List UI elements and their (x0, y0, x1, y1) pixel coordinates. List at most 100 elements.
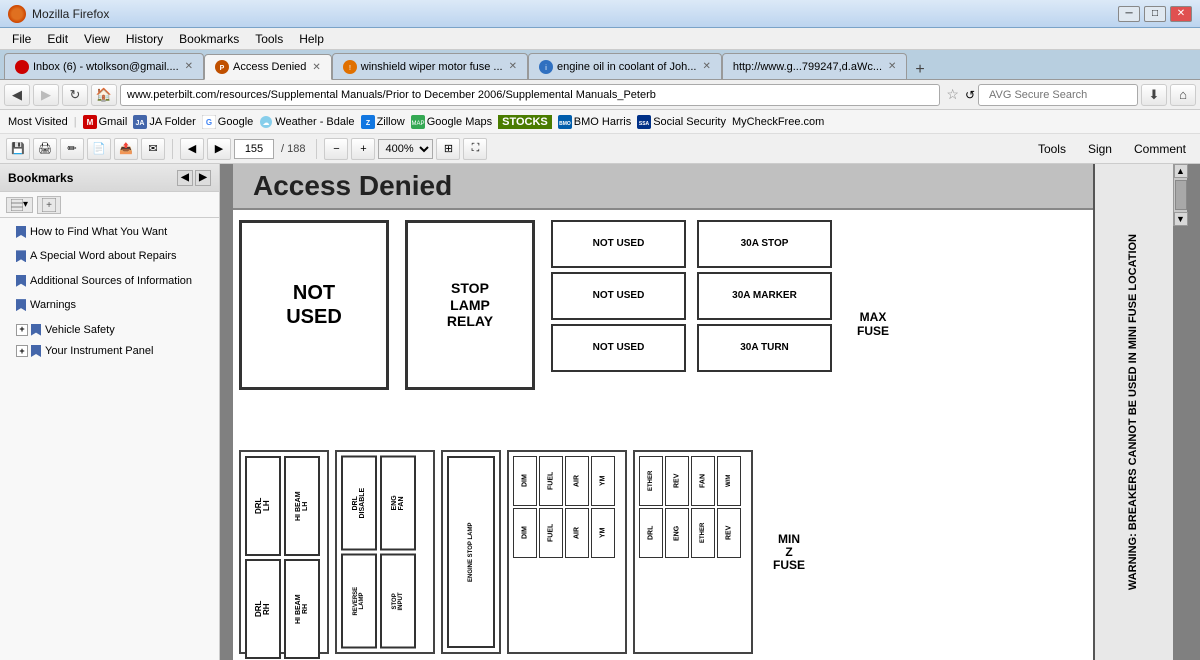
scroll-up-arrow[interactable]: ▲ (1174, 164, 1188, 178)
bm-google[interactable]: G Google (202, 115, 253, 129)
menu-file[interactable]: File (4, 30, 39, 48)
new-tab-button[interactable]: + (907, 61, 932, 79)
close-tab-oil[interactable]: ✕ (702, 61, 710, 72)
stop-lamp-relay-box: STOPLAMPRELAY (405, 220, 535, 390)
close-button[interactable]: ✕ (1170, 6, 1192, 22)
weather-icon: ☁ (259, 115, 273, 129)
minimize-button[interactable]: ─ (1118, 6, 1140, 22)
fullscreen-btn[interactable]: ⛶ (463, 138, 487, 160)
close-tab-url5[interactable]: ✕ (888, 61, 896, 72)
pdf-comment-btn[interactable]: Comment (1126, 140, 1194, 158)
pdf-print-btn[interactable]: 🖨 (33, 138, 57, 160)
not-used-box-b: NOT USED (551, 272, 686, 320)
search-input[interactable] (989, 89, 1131, 101)
access-denied-title: Access Denied (253, 170, 452, 202)
menu-history[interactable]: History (118, 30, 171, 48)
pdf-tools-btn[interactable]: Tools (1030, 140, 1074, 158)
home-button[interactable]: 🏠 (91, 84, 117, 106)
svg-text:G: G (206, 118, 212, 127)
sidebar-title: Bookmarks (8, 171, 73, 185)
bm-bmo[interactable]: BMO BMO Harris (558, 115, 631, 129)
url-bar[interactable] (120, 84, 940, 106)
window-controls: ─ □ ✕ (1118, 6, 1192, 22)
min-fuse-label: MIN Z FUSE (759, 450, 819, 654)
bm-checkfree[interactable]: MyCheckFree.com (732, 116, 824, 128)
menu-tools[interactable]: Tools (247, 30, 291, 48)
rev-cell-2: REV (717, 508, 741, 558)
sidebar-item-label-warnings: Warnings (30, 298, 76, 313)
bookmark-icon-4 (16, 299, 26, 316)
reverse-lamp-cell: REVERSELAMP (341, 554, 377, 649)
bookmark-star[interactable]: ☆ (943, 86, 962, 103)
hi-beam-lh-cell: HI BEAMLH (284, 456, 320, 556)
sidebar-item-how-to-find[interactable]: How to Find What You Want (0, 222, 219, 246)
bm-gmail[interactable]: M Gmail (83, 115, 128, 129)
zoom-out-btn[interactable]: − (324, 138, 348, 160)
tab-oil[interactable]: i engine oil in coolant of Joh... ✕ (528, 53, 722, 79)
bm-google-maps[interactable]: MAP Google Maps (411, 115, 492, 129)
sidebar-item-instrument-panel[interactable]: + Your Instrument Panel (0, 341, 219, 362)
home2-button[interactable]: ⌂ (1170, 84, 1196, 106)
fit-btn[interactable]: ⊞ (436, 138, 460, 160)
pdf-sign-btn[interactable]: Sign (1080, 140, 1120, 158)
pdf-edit-btn[interactable]: ✏ (60, 138, 84, 160)
pdf-page-btn[interactable]: 📄 (87, 138, 111, 160)
menu-edit[interactable]: Edit (39, 30, 76, 48)
bm-zillow[interactable]: Z Zillow (361, 115, 405, 129)
bottom-fuse-area: DRLLH HI BEAMLH DRLRH HI BEAMRH DRLDISAB… (233, 444, 1093, 660)
folder-expand-icon-5: + (16, 324, 41, 336)
air-cell: AIR (565, 456, 589, 506)
sidebar-add-btn[interactable]: + (37, 196, 61, 214)
menu-view[interactable]: View (76, 30, 118, 48)
pdf-save-btn[interactable]: 💾 (6, 138, 30, 160)
30a-marker-box: 30A MARKER (697, 272, 832, 320)
scroll-down-arrow[interactable]: ▼ (1174, 212, 1188, 226)
pdf-mail-btn[interactable]: ✉ (141, 138, 165, 160)
drl-rh-cell: DRLRH (245, 559, 281, 659)
tab-gmail[interactable]: Inbox (6) - wtolkson@gmail.... ✕ (4, 53, 204, 79)
sidebar-view-btn[interactable]: ▾ (6, 197, 33, 213)
folder-expand-icon-6: + (16, 345, 41, 357)
bm-most-visited[interactable]: Most Visited (8, 116, 68, 128)
bm-weather[interactable]: ☁ Weather - Bdale (259, 115, 354, 129)
sidebar-arrow-left[interactable]: ◀ (177, 170, 193, 186)
search-box (978, 84, 1138, 106)
firefox-icon (8, 5, 26, 23)
zoom-in-btn[interactable]: + (351, 138, 375, 160)
pdf-nav-btn[interactable]: ▶ (207, 138, 231, 160)
close-tab-gmail[interactable]: ✕ (185, 61, 193, 72)
tab-url5[interactable]: http://www.g...799247,d.aWc... ✕ (722, 53, 908, 79)
menu-help[interactable]: Help (291, 30, 332, 48)
sidebar-item-warnings[interactable]: Warnings (0, 295, 219, 319)
tab-peterbilt[interactable]: P Access Denied ✕ (204, 54, 332, 80)
reload-button[interactable]: ↻ (62, 84, 88, 106)
30a-turn-box: 30A TURN (697, 324, 832, 372)
back-button[interactable]: ◀ (4, 84, 30, 106)
close-tab-wiper[interactable]: ✕ (509, 61, 517, 72)
download-button[interactable]: ⬇ (1141, 84, 1167, 106)
bm-ja-folder[interactable]: JA JA Folder (133, 115, 195, 129)
sidebar: Bookmarks ◀ ▶ ▾ + How to Find What You W… (0, 164, 220, 660)
maximize-button[interactable]: □ (1144, 6, 1166, 22)
scroll-thumb[interactable] (1175, 180, 1187, 210)
sidebar-item-vehicle-safety[interactable]: + Vehicle Safety (0, 320, 219, 341)
refresh-icon[interactable]: ↺ (965, 88, 975, 102)
zoom-select[interactable]: 400% 200% 150% 100% 75% (378, 139, 433, 159)
bm-social-security[interactable]: SSA Social Security (637, 115, 726, 129)
sidebar-arrow-right[interactable]: ▶ (195, 170, 211, 186)
pdf-back-btn[interactable]: ◀ (180, 138, 204, 160)
not-used-box-c: NOT USED (551, 324, 686, 372)
sidebar-item-special-word[interactable]: A Special Word about Repairs (0, 246, 219, 270)
sidebar-item-additional[interactable]: Additional Sources of Information (0, 271, 219, 295)
tab-wiper[interactable]: ! winshield wiper motor fuse ... ✕ (332, 53, 528, 79)
svg-text:BMO: BMO (559, 121, 571, 127)
sidebar-arrows: ◀ ▶ (177, 170, 211, 186)
close-tab-peterbilt[interactable]: ✕ (312, 62, 320, 73)
bm-stocks[interactable]: STOCKS (498, 115, 552, 129)
forward-button[interactable]: ▶ (33, 84, 59, 106)
maps-icon: MAP (411, 115, 425, 129)
access-denied-heading: Access Denied (233, 164, 1173, 210)
pdf-share-btn[interactable]: 📤 (114, 138, 138, 160)
page-input[interactable] (234, 139, 274, 159)
menu-bookmarks[interactable]: Bookmarks (171, 30, 247, 48)
